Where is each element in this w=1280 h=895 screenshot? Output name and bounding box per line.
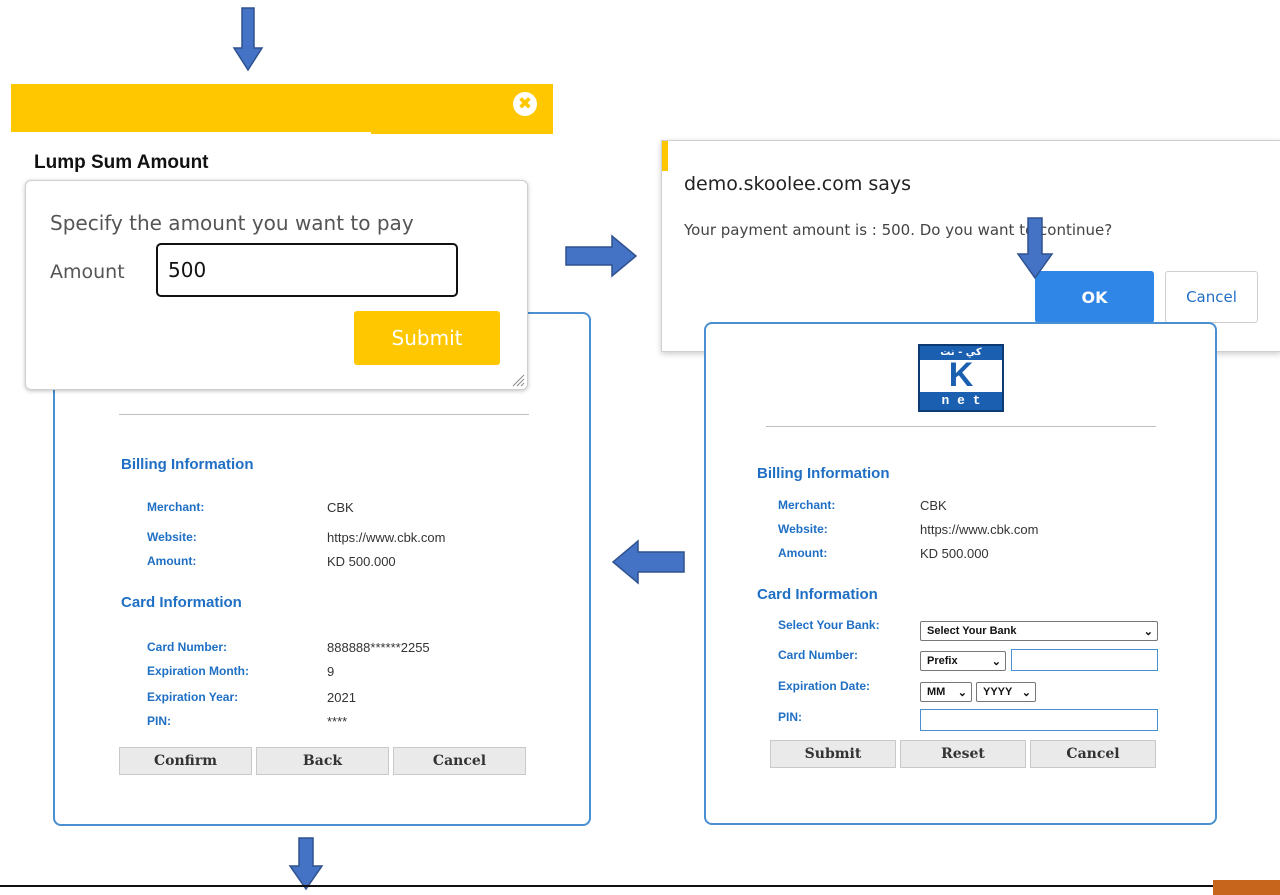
website-label: Website:	[147, 530, 197, 544]
confirm-button[interactable]: Confirm	[119, 747, 252, 775]
month-select[interactable]: MM ⌄	[920, 682, 972, 702]
card-number-input[interactable]	[1011, 649, 1158, 671]
year-select[interactable]: YYYY ⌄	[976, 682, 1036, 702]
arrow-down-to-knet	[1016, 217, 1054, 280]
dialog-title: demo.skoolee.com says	[684, 173, 912, 195]
chevron-down-icon: ⌄	[991, 655, 1001, 668]
expiration-label: Expiration Date:	[778, 679, 871, 693]
prefix-select[interactable]: Prefix ⌄	[920, 651, 1006, 671]
close-icon[interactable]: ✖	[513, 92, 537, 116]
amount-form: Specify the amount you want to pay Amoun…	[25, 180, 528, 390]
cancel-button[interactable]: Cancel	[393, 747, 526, 775]
card-info-title: Card Information	[121, 594, 242, 611]
amount-value: KD 500.000	[327, 554, 396, 569]
chevron-down-icon: ⌄	[1021, 686, 1031, 699]
exp-month-label: Expiration Month:	[147, 664, 249, 678]
corner-chip	[1213, 880, 1280, 895]
popup-header-bar	[11, 84, 553, 134]
knet-logo: كي - نت K n e t	[918, 344, 1004, 412]
billing-info-title: Billing Information	[757, 465, 890, 482]
exp-month-value: 9	[327, 664, 335, 679]
website-value: https://www.cbk.com	[920, 522, 1039, 537]
amount-input[interactable]	[156, 243, 458, 297]
merchant-label: Merchant:	[147, 500, 205, 514]
pin-label: PIN:	[147, 714, 171, 728]
arrow-down-bottom	[288, 837, 324, 891]
amount-value: KD 500.000	[920, 546, 989, 561]
submit-button[interactable]: Submit	[354, 311, 500, 365]
bank-select-value: Select Your Bank	[927, 625, 1017, 637]
cancel-button[interactable]: Cancel	[1030, 740, 1156, 768]
arrow-left-to-confirm	[611, 539, 685, 585]
resize-grip-icon[interactable]	[511, 373, 525, 387]
browser-confirm-dialog: demo.skoolee.com says Your payment amoun…	[661, 140, 1280, 352]
lump-sum-popup: ✖ Lump Sum Amount Specify the amount you…	[11, 84, 553, 404]
knet-entry-panel: كي - نت K n e t Billing Information Merc…	[704, 322, 1217, 825]
chevron-down-icon: ⌄	[1143, 625, 1153, 638]
amount-label: Amount	[50, 261, 125, 283]
chevron-down-icon: ⌄	[957, 686, 967, 699]
year-select-value: YYYY	[983, 686, 1013, 698]
reset-button[interactable]: Reset	[900, 740, 1026, 768]
card-number-label: Card Number:	[147, 640, 228, 654]
merchant-value: CBK	[920, 498, 947, 513]
submit-button[interactable]: Submit	[770, 740, 896, 768]
pin-label: PIN:	[778, 710, 802, 724]
pin-input[interactable]	[920, 709, 1158, 731]
back-button[interactable]: Back	[256, 747, 389, 775]
dialog-cancel-button[interactable]: Cancel	[1165, 271, 1258, 323]
amount-label: Amount:	[778, 546, 828, 560]
pin-value: ****	[327, 714, 348, 729]
website-value: https://www.cbk.com	[327, 530, 446, 545]
amount-instruction: Specify the amount you want to pay	[50, 211, 414, 235]
bank-label: Select Your Bank:	[778, 618, 880, 632]
logo-letter: K	[948, 356, 974, 394]
merchant-label: Merchant:	[778, 498, 836, 512]
exp-year-label: Expiration Year:	[147, 690, 239, 704]
popup-title: Lump Sum Amount	[34, 152, 209, 173]
logo-net: n e t	[941, 393, 981, 408]
amount-label: Amount:	[147, 554, 197, 568]
month-select-value: MM	[927, 686, 946, 698]
website-label: Website:	[778, 522, 828, 536]
card-number-value: 888888******2255	[327, 640, 430, 655]
yellow-edge	[662, 141, 668, 171]
panel-divider	[766, 426, 1156, 427]
card-info-title: Card Information	[757, 586, 878, 603]
arrow-right-to-dialog	[565, 234, 638, 278]
merchant-value: CBK	[327, 500, 354, 515]
card-number-label: Card Number:	[778, 648, 859, 662]
footer-line	[0, 885, 1280, 887]
arrow-down-top	[232, 7, 264, 72]
panel-divider	[119, 414, 529, 415]
prefix-select-value: Prefix	[927, 655, 958, 667]
billing-info-title: Billing Information	[121, 456, 254, 473]
bank-select[interactable]: Select Your Bank ⌄	[920, 621, 1158, 641]
exp-year-value: 2021	[327, 690, 356, 705]
